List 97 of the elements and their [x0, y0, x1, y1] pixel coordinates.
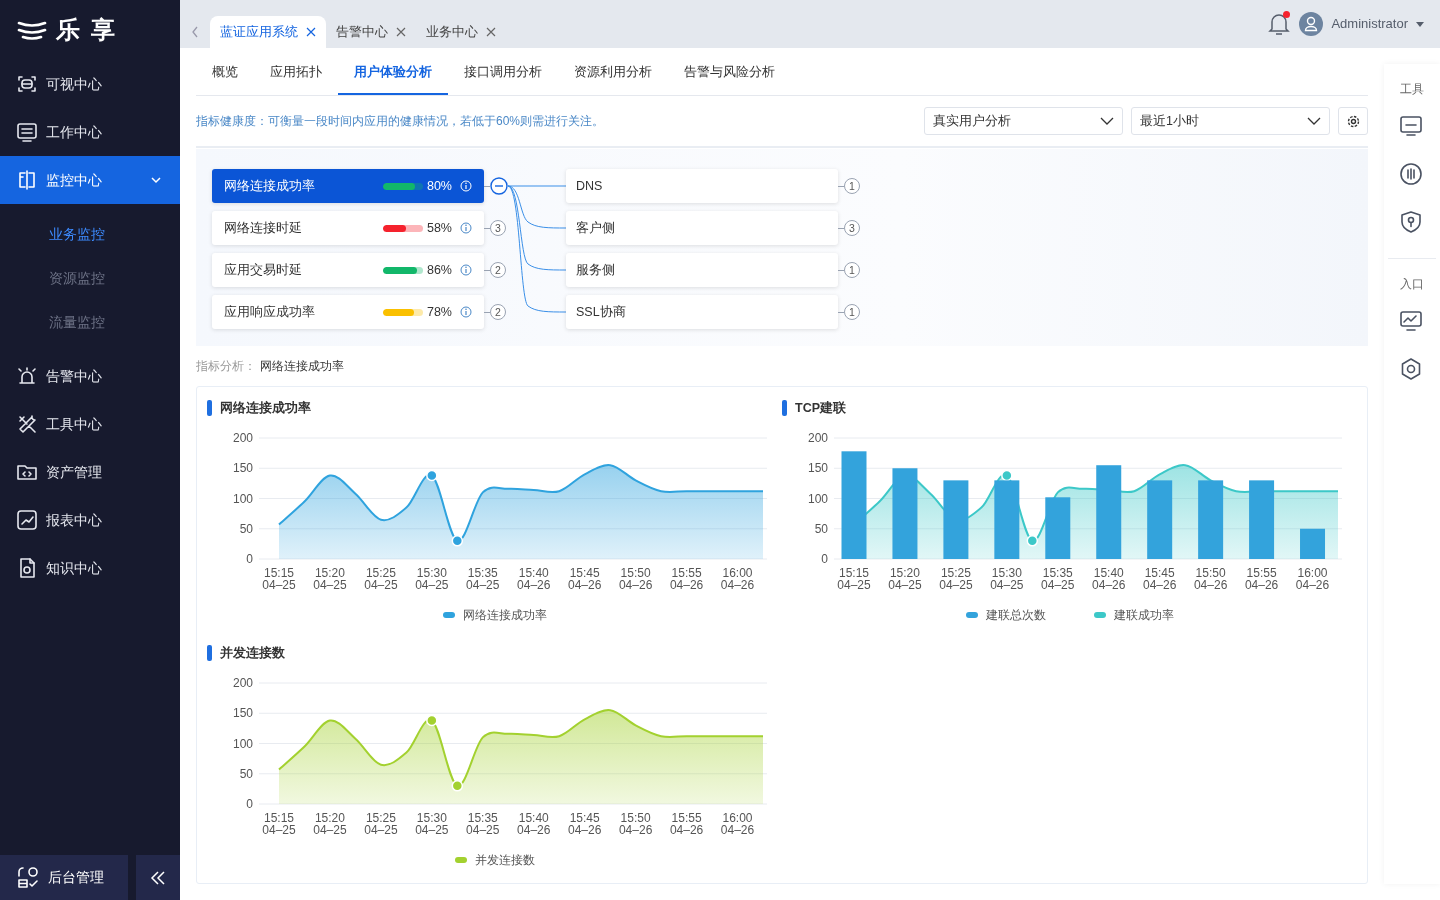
axis-label: 15:45 04–26	[568, 810, 602, 837]
legend-label: 并发连接数	[474, 852, 535, 869]
legend-label: 建联总次数	[985, 607, 1046, 624]
chart-title: TCP建联	[795, 400, 846, 417]
section-label: 入口	[1400, 276, 1424, 293]
field-label: 指标分析：	[196, 358, 256, 375]
axis-label: 15:20 04–25	[313, 810, 347, 837]
axis-label: 0	[821, 551, 828, 566]
metric-card[interactable]: 应用响应成功率 78%	[212, 295, 484, 329]
metric-card[interactable]: 应用交易时延 86%	[212, 253, 484, 287]
axis-label: 15:15 04–25	[837, 565, 871, 592]
axis-label: 16:00 04–26	[720, 565, 755, 592]
axis-label: 15:25 04–25	[939, 565, 973, 592]
axis-label: 200	[807, 430, 828, 445]
sidebar-item[interactable]: 工作中心	[0, 108, 180, 156]
submenu-item[interactable]: 资源监控	[0, 256, 180, 300]
axis-label: 150	[807, 461, 828, 475]
sidebar-item[interactable]: 报表中心	[0, 496, 180, 544]
metric-card[interactable]: 网络连接时延 58%	[212, 211, 484, 245]
axis-label: 15:30 04–25	[415, 565, 449, 592]
hint-text: 指标健康度：可衡量一段时间内应用的健康情况，若低于60%则需进行关注。	[196, 113, 605, 130]
axis-label: 15:35 04–25	[466, 810, 500, 837]
axis-label: 15:30 04–25	[415, 810, 449, 837]
count-badge: 2	[490, 262, 506, 278]
axis-label: 100	[232, 491, 253, 506]
count-badge: 3	[844, 220, 860, 236]
tab[interactable]: 告警与风险分析	[668, 52, 791, 95]
submenu-item[interactable]: 流量监控	[0, 300, 180, 344]
tab[interactable]: 蓝证应用系统	[210, 16, 326, 48]
axis-label: 150	[232, 706, 253, 720]
axis-label: 50	[239, 521, 253, 536]
dropdown[interactable]: 真实用户分析	[924, 107, 1123, 135]
sidebar-item[interactable]: 监控中心	[0, 156, 180, 204]
axis-label: 15:40 04–26	[1092, 565, 1126, 592]
field-value: 网络连接成功率	[260, 358, 344, 375]
axis-label: 15:30 04–25	[990, 565, 1024, 592]
count-badge: 1	[844, 262, 860, 278]
branch-card[interactable]: 客户侧	[566, 211, 838, 245]
user-menu[interactable]: Administrator	[1331, 14, 1424, 34]
tab[interactable]: 告警中心	[326, 16, 416, 48]
axis-label: 16:00 04–26	[720, 810, 755, 837]
count-badge: 1	[844, 304, 860, 320]
axis-label: 15:50 04–26	[1193, 565, 1228, 592]
axis-label: 15:25 04–25	[364, 810, 398, 837]
axis-label: 0	[246, 551, 253, 566]
axis-label: 15:50 04–26	[618, 810, 653, 837]
axis-label: 0	[246, 796, 253, 811]
axis-label: 15:25 04–25	[364, 565, 398, 592]
axis-label: 15:15 04–25	[262, 810, 296, 837]
axis-label: 15:35 04–25	[1041, 565, 1075, 592]
axis-label: 15:55 04–26	[669, 810, 704, 837]
count-badge: 2	[490, 304, 506, 320]
axis-label: 15:40 04–26	[517, 810, 551, 837]
axis-label: 15:40 04–26	[517, 565, 551, 592]
tab[interactable]: 资源利用分析	[558, 52, 668, 95]
axis-label: 200	[232, 430, 253, 445]
metric-card[interactable]: 网络连接成功率 80%	[212, 169, 484, 203]
tab[interactable]: 接口调用分析	[448, 52, 558, 95]
count-badge: 1	[844, 178, 860, 194]
tab[interactable]: 应用拓扑	[254, 52, 338, 95]
axis-label: 15:50 04–26	[618, 565, 653, 592]
sidebar-item[interactable]: 工具中心	[0, 400, 180, 448]
legend-label: 建联成功率	[1113, 607, 1174, 624]
submenu-item[interactable]: 业务监控	[0, 212, 180, 256]
branch-card[interactable]: SSL协商	[566, 295, 838, 329]
axis-label: 15:20 04–25	[888, 565, 922, 592]
axis-label: 100	[807, 491, 828, 506]
count-badge: 3	[490, 220, 506, 236]
legend-label: 网络连接成功率	[462, 607, 547, 624]
axis-label: 16:00 04–26	[1295, 565, 1330, 592]
axis-label: 15:35 04–25	[466, 565, 500, 592]
axis-label: 15:55 04–26	[669, 565, 704, 592]
axis-label: 150	[232, 461, 253, 475]
axis-label: 15:20 04–25	[313, 565, 347, 592]
axis-label: 50	[239, 766, 253, 781]
admin-button[interactable]: 后台管理	[0, 855, 128, 900]
sidebar-item[interactable]: 资产管理	[0, 448, 180, 496]
brand-name: 乐 享	[56, 15, 117, 45]
axis-label: 50	[814, 521, 828, 536]
tab[interactable]: 用户体验分析	[338, 52, 448, 95]
chart-title: 网络连接成功率	[220, 400, 311, 417]
branch-card[interactable]: 服务侧	[566, 253, 838, 287]
axis-label: 200	[232, 675, 253, 690]
tab[interactable]: 业务中心	[416, 16, 506, 48]
sidebar-item[interactable]: 可视中心	[0, 60, 180, 108]
dropdown[interactable]: 最近1小时	[1131, 107, 1330, 135]
axis-label: 15:45 04–26	[568, 565, 602, 592]
branch-card[interactable]: DNS	[566, 169, 838, 203]
sidebar-item[interactable]: 告警中心	[0, 352, 180, 400]
sidebar-item[interactable]: 知识中心	[0, 544, 180, 592]
axis-label: 15:15 04–25	[262, 565, 296, 592]
axis-label: 15:55 04–26	[1244, 565, 1279, 592]
section-label: 工具	[1400, 81, 1424, 98]
tab[interactable]: 概览	[196, 52, 254, 95]
chart-title: 并发连接数	[220, 645, 285, 662]
axis-label: 100	[232, 736, 253, 751]
axis-label: 15:45 04–26	[1143, 565, 1177, 592]
